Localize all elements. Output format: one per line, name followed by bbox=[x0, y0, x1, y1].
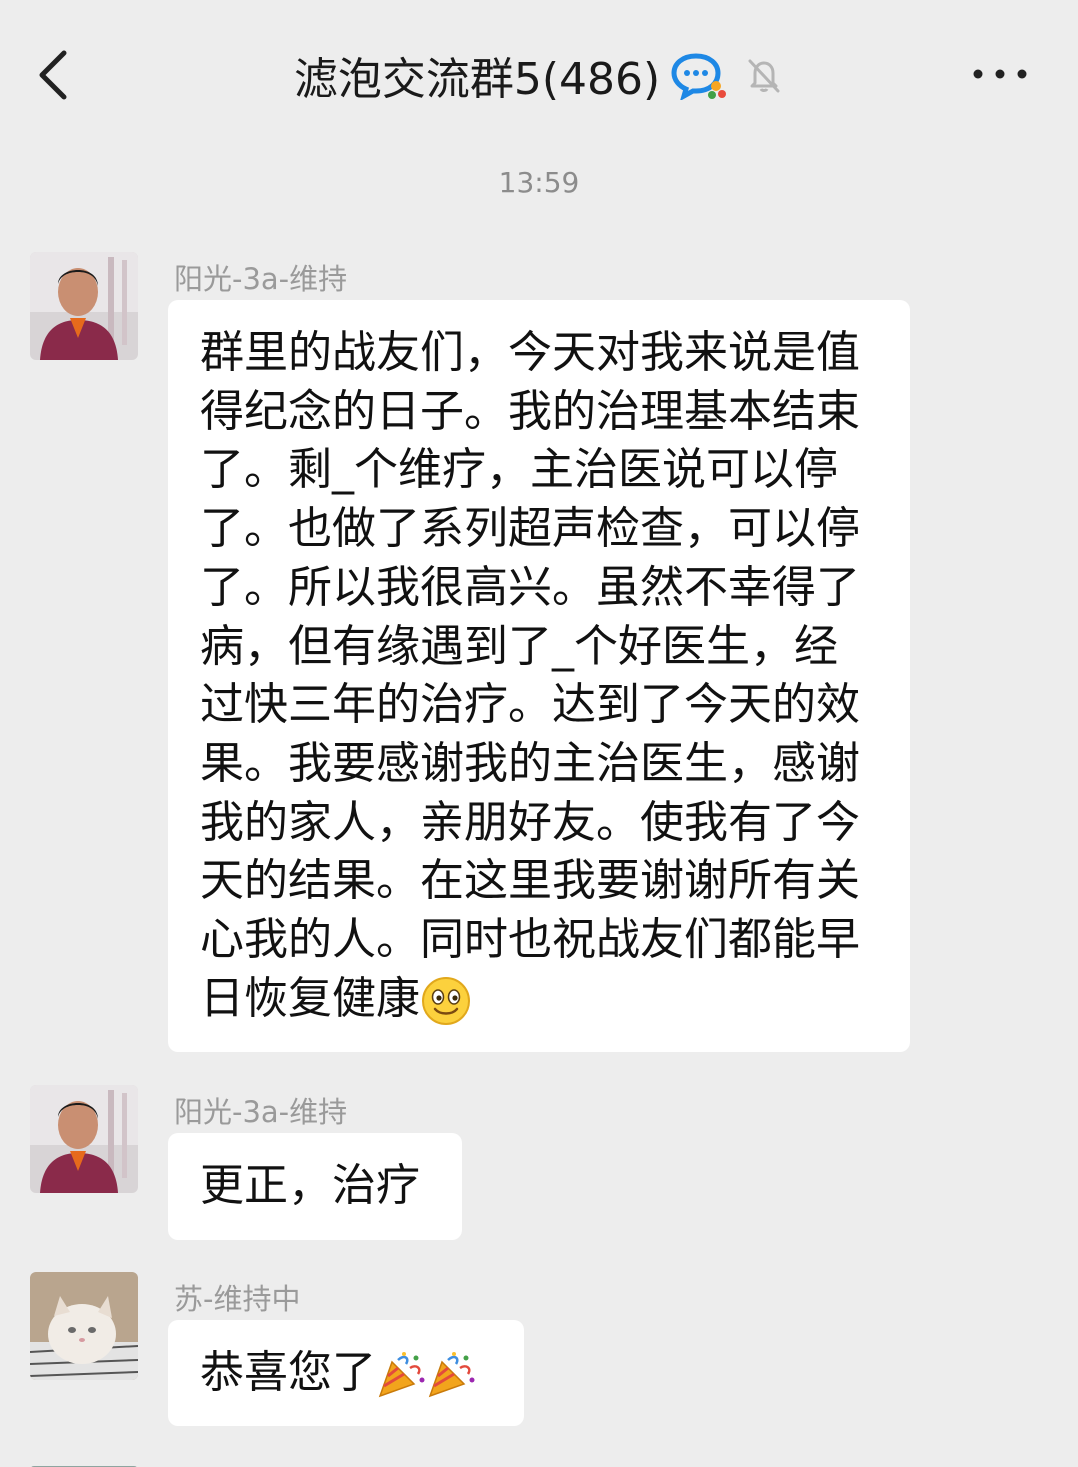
title-bar: 滤泡交流群5(486) bbox=[0, 40, 1078, 110]
more-dots-icon[interactable] bbox=[970, 62, 1030, 86]
avatar[interactable] bbox=[30, 252, 138, 360]
avatar[interactable] bbox=[30, 1085, 138, 1193]
bell-muted-icon bbox=[748, 59, 780, 93]
smile-emoji-icon bbox=[422, 976, 470, 1025]
chat-title[interactable]: 滤泡交流群5(486) bbox=[294, 43, 660, 107]
message-text: 恭喜您了 bbox=[200, 1347, 376, 1398]
message-timestamp: 13:59 bbox=[498, 166, 580, 199]
avatar-photo bbox=[30, 1085, 138, 1193]
sender-name: 苏-维持中 bbox=[174, 1282, 301, 1316]
chat-header: 滤泡交流群5(486) bbox=[0, 0, 1078, 150]
message-bubble[interactable]: 更正，治疗 bbox=[168, 1133, 462, 1240]
message-text: 群里的战友们，今天对我来说是值 得纪念的日子。我的治理基本结束 了。剩_个维疗，… bbox=[200, 324, 878, 1028]
message-bubble[interactable]: 群里的战友们，今天对我来说是值 得纪念的日子。我的治理基本结束 了。剩_个维疗，… bbox=[168, 300, 910, 1052]
message-text: 更正，治疗 bbox=[200, 1160, 420, 1211]
message-bubble[interactable]: 恭喜您了 bbox=[168, 1320, 524, 1426]
avatar-photo bbox=[30, 252, 138, 360]
group-chat-icon bbox=[671, 53, 727, 100]
avatar-photo bbox=[30, 1272, 138, 1380]
sender-name: 阳光-3a-维持 bbox=[174, 262, 348, 296]
sender-name: 阳光-3a-维持 bbox=[174, 1095, 348, 1129]
avatar[interactable] bbox=[30, 1272, 138, 1380]
avatar[interactable] bbox=[30, 1459, 138, 1467]
party-popper-icon bbox=[428, 1352, 475, 1398]
party-popper-icon bbox=[378, 1352, 425, 1398]
